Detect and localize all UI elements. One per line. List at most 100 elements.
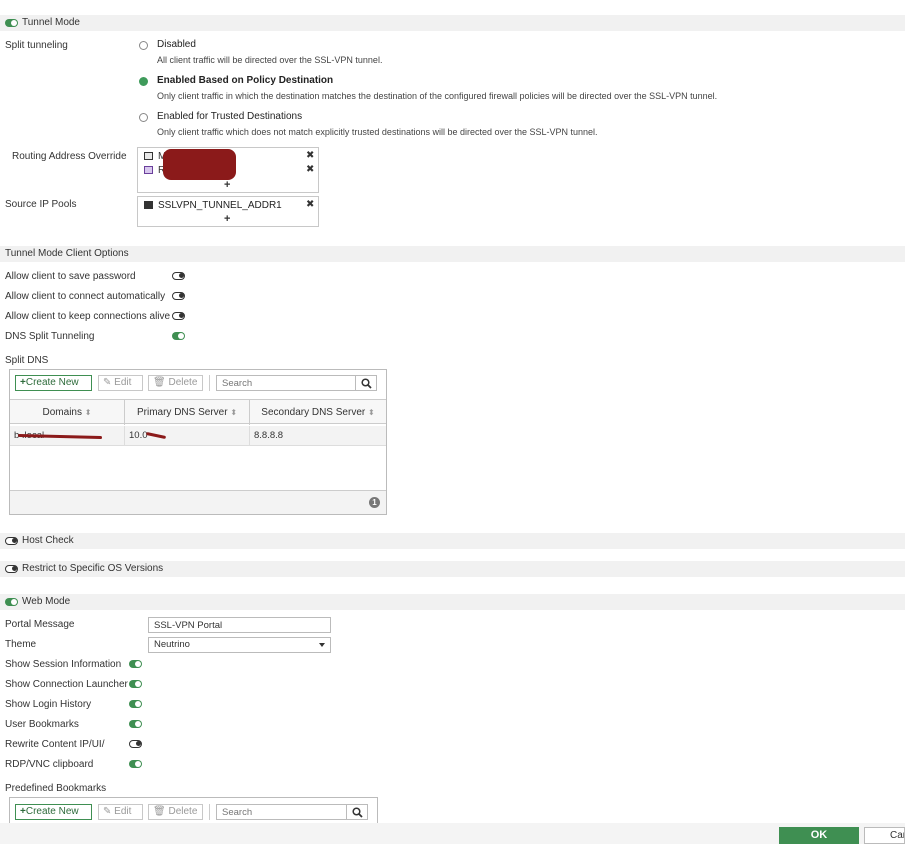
rewrite-content-label: Rewrite Content IP/UI/ — [5, 739, 105, 750]
delete-button[interactable]: 🗑 Delete — [148, 375, 203, 391]
source-ip-box[interactable]: SSLVPN_TUNNEL_ADDR1 ✖ + — [137, 196, 319, 227]
ip-pool-icon — [144, 201, 153, 209]
row-count-badge: 1 — [369, 497, 380, 508]
dns-split-toggle[interactable] — [172, 332, 185, 340]
restrict-os-header: Restrict to Specific OS Versions — [0, 561, 905, 577]
host-check-toggle[interactable] — [5, 537, 18, 545]
web-mode-toggle[interactable] — [5, 598, 18, 606]
column-primary-dns[interactable]: Primary DNS Server ⬍ — [125, 400, 250, 425]
option-trusted-desc: Only client traffic which does not match… — [157, 127, 598, 137]
routing-override-box[interactable]: M ✖ R ✖ + — [137, 147, 319, 193]
option-trusted-title: Enabled for Trusted Destinations — [157, 111, 303, 122]
bookmark-create-button[interactable]: +Create New — [15, 804, 92, 820]
radio-trusted-destinations[interactable] — [139, 113, 148, 122]
add-icon[interactable]: + — [224, 179, 230, 191]
option-disabled-desc: All client traffic will be directed over… — [157, 55, 383, 65]
web-mode-label: Web Mode — [22, 596, 71, 607]
remove-icon[interactable]: ✖ — [306, 150, 314, 161]
sort-icon: ⬍ — [84, 408, 92, 417]
table-header: Domains ⬍ Primary DNS Server ⬍ Secondary… — [10, 399, 386, 425]
sort-icon: ⬍ — [368, 408, 375, 417]
restrict-os-label: Restrict to Specific OS Versions — [22, 563, 164, 574]
login-history-label: Show Login History — [5, 699, 92, 710]
footer-bar: OK Car — [0, 823, 905, 844]
predefined-bookmarks-label: Predefined Bookmarks — [5, 783, 107, 794]
toolbar-divider — [209, 804, 210, 820]
login-history-toggle[interactable] — [129, 700, 142, 708]
rdp-clipboard-toggle[interactable] — [129, 760, 142, 768]
host-check-label: Host Check — [22, 535, 74, 546]
bookmark-edit-button[interactable]: ✎ Edit — [98, 804, 143, 820]
restrict-os-toggle[interactable] — [5, 565, 18, 573]
routing-override-label: Routing Address Override — [12, 151, 127, 162]
add-icon[interactable]: + — [224, 213, 230, 225]
save-password-toggle[interactable] — [172, 272, 185, 280]
trash-icon: 🗑 — [153, 377, 169, 388]
bookmark-search-button[interactable] — [346, 804, 368, 820]
split-dns-panel: +Create New ✎ Edit 🗑 Delete Domains ⬍ Pr… — [9, 369, 387, 515]
radio-policy-destination[interactable] — [139, 77, 148, 86]
cell-secondary-dns: 8.8.8.8 — [254, 430, 284, 441]
client-options-header: Tunnel Mode Client Options — [0, 246, 905, 262]
sort-icon: ⬍ — [230, 408, 238, 417]
tunnel-mode-header: Tunnel Mode — [0, 15, 905, 31]
tunnel-mode-toggle[interactable] — [5, 19, 18, 27]
theme-value: Neutrino — [154, 639, 190, 650]
predefined-bookmarks-panel: +Create New ✎ Edit 🗑 Delete — [9, 797, 378, 823]
address-group-icon — [144, 166, 153, 174]
option-dns-split-label: DNS Split Tunneling — [5, 331, 95, 342]
radio-disabled[interactable] — [139, 41, 148, 50]
option-disabled-title: Disabled — [157, 39, 196, 50]
trash-icon: 🗑 — [153, 806, 169, 817]
split-tunneling-label: Split tunneling — [5, 40, 68, 51]
redaction-mark — [163, 149, 236, 180]
rdp-clipboard-label: RDP/VNC clipboard — [5, 759, 94, 770]
option-keepalive-label: Allow client to keep connections alive — [5, 311, 171, 322]
edit-button[interactable]: ✎ Edit — [98, 375, 143, 391]
cancel-button[interactable]: Car — [864, 827, 905, 844]
connection-launcher-toggle[interactable] — [129, 680, 142, 688]
remove-icon[interactable]: ✖ — [306, 199, 314, 210]
search-button[interactable] — [355, 375, 377, 391]
tunnel-mode-label: Tunnel Mode — [22, 17, 80, 28]
search-icon — [352, 807, 363, 818]
user-bookmarks-label: User Bookmarks — [5, 719, 79, 730]
host-check-header: Host Check — [0, 533, 905, 549]
cell-primary-dns: 10.0 — [125, 426, 250, 446]
theme-label: Theme — [5, 639, 37, 650]
create-new-button[interactable]: +Create New — [15, 375, 92, 391]
bookmark-search-input[interactable] — [216, 804, 347, 820]
bookmark-delete-button[interactable]: 🗑 Delete — [148, 804, 203, 820]
split-dns-label: Split DNS — [5, 355, 49, 366]
portal-message-input[interactable] — [148, 617, 331, 633]
source-ip-label: Source IP Pools — [5, 199, 77, 210]
web-mode-header: Web Mode — [0, 594, 905, 610]
ok-button[interactable]: OK — [779, 827, 859, 844]
chevron-down-icon — [319, 643, 325, 647]
theme-select[interactable]: Neutrino — [148, 637, 331, 653]
search-icon — [361, 378, 372, 389]
column-secondary-dns[interactable]: Secondary DNS Server ⬍ — [250, 400, 386, 425]
rewrite-content-toggle[interactable] — [129, 740, 142, 748]
table-footer: 1 — [10, 490, 386, 514]
source-ip-item: SSLVPN_TUNNEL_ADDR1 — [158, 200, 282, 211]
table-row[interactable]: b .local 10.0 8.8.8.8 — [10, 426, 386, 446]
option-save-password-label: Allow client to save password — [5, 271, 136, 282]
address-icon — [144, 152, 153, 160]
user-bookmarks-toggle[interactable] — [129, 720, 142, 728]
search-input[interactable] — [216, 375, 356, 391]
client-options-label: Tunnel Mode Client Options — [5, 248, 129, 259]
session-info-toggle[interactable] — [129, 660, 142, 668]
option-policy-title: Enabled Based on Policy Destination — [157, 75, 334, 86]
portal-message-label: Portal Message — [5, 619, 75, 630]
remove-icon[interactable]: ✖ — [306, 164, 314, 175]
connection-launcher-label: Show Connection Launcher — [5, 679, 128, 690]
pencil-icon: ✎ — [103, 806, 115, 817]
keepalive-toggle[interactable] — [172, 312, 185, 320]
session-info-label: Show Session Information — [5, 659, 122, 670]
column-domains[interactable]: Domains ⬍ — [10, 400, 125, 425]
connect-auto-toggle[interactable] — [172, 292, 185, 300]
toolbar-divider — [209, 375, 210, 391]
option-connect-auto-label: Allow client to connect automatically — [5, 291, 166, 302]
option-policy-desc: Only client traffic in which the destina… — [157, 91, 718, 101]
